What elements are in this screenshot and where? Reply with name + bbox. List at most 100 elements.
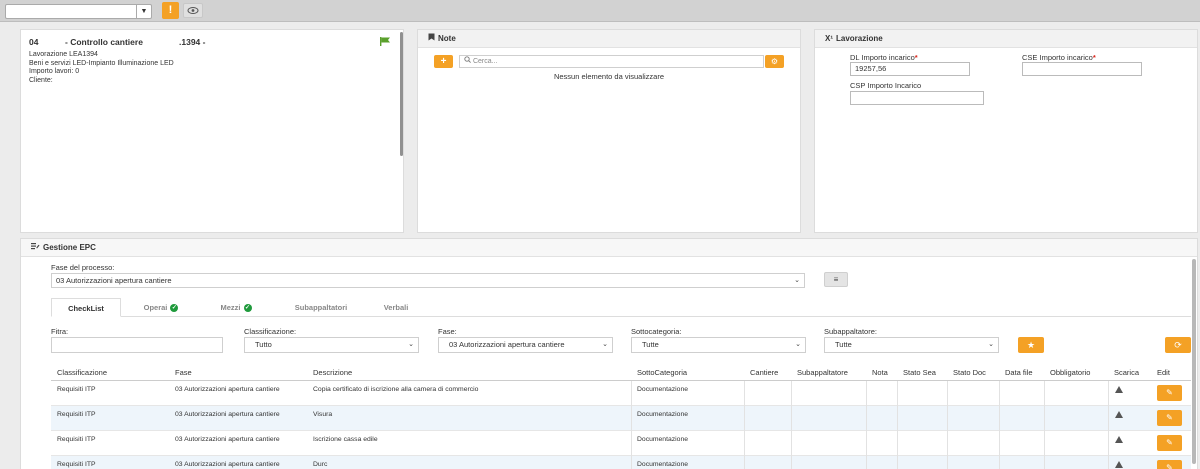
col-obbligatorio[interactable]: Obbligatorio xyxy=(1050,365,1090,381)
edit-button[interactable]: ✎ xyxy=(1157,435,1182,451)
eye-icon xyxy=(187,7,199,14)
note-header: Note xyxy=(418,30,800,48)
col-edit[interactable]: Edit xyxy=(1157,365,1170,381)
edit-button[interactable]: ✎ xyxy=(1157,410,1182,426)
epc-scrollbar[interactable] xyxy=(1192,259,1196,464)
filtra-input[interactable] xyxy=(51,337,223,353)
view-button[interactable] xyxy=(183,3,203,18)
fase-filter-label: Fase: xyxy=(438,327,457,336)
cse-label-text: CSE Importo incarico xyxy=(1022,53,1093,62)
col-descrizione[interactable]: Descrizione xyxy=(313,365,352,381)
cell-descrizione: Iscrizione cassa edile xyxy=(313,436,378,443)
checklist-table-header: Classificazione Fase Descrizione SottoCa… xyxy=(51,365,1191,381)
cell-fase: 03 Autorizzazioni apertura cantiere xyxy=(175,411,280,418)
edit-icon: ✎ xyxy=(1166,388,1173,397)
add-note-button[interactable]: + xyxy=(434,55,453,68)
refresh-icon: ⟳ xyxy=(1174,340,1182,350)
fase-filter-select[interactable]: 03 Autorizzazioni apertura cantiere ⌄ xyxy=(438,337,613,353)
tab-checklist[interactable]: CheckList xyxy=(51,298,121,317)
cell-divider xyxy=(866,406,867,431)
table-row[interactable]: Requisiti ITP 03 Autorizzazioni apertura… xyxy=(51,431,1191,456)
col-sottocategoria[interactable]: SottoCategoria xyxy=(637,365,687,381)
dl-importo-input[interactable]: 19257,56 xyxy=(850,62,970,76)
tab-subappaltatori[interactable]: Subappaltatori xyxy=(281,298,361,317)
cell-divider xyxy=(947,381,948,406)
table-row[interactable]: Requisiti ITP 03 Autorizzazioni apertura… xyxy=(51,381,1191,406)
alert-button[interactable]: ! xyxy=(162,2,179,19)
note-panel: Note + Cerca... ⚙ Nessun elemento da vis… xyxy=(417,29,801,233)
context-select[interactable]: ▼ xyxy=(5,4,152,19)
favorite-button[interactable]: ★ xyxy=(1018,337,1044,353)
chevron-down-icon: ⌄ xyxy=(602,341,608,348)
table-row[interactable]: Requisiti ITP 03 Autorizzazioni apertura… xyxy=(51,456,1191,469)
project-number: .1394 - xyxy=(179,37,206,47)
col-data-file[interactable]: Data file xyxy=(1005,365,1033,381)
flag-icon[interactable] xyxy=(380,37,391,46)
col-cantiere[interactable]: Cantiere xyxy=(750,365,778,381)
csp-importo-input[interactable] xyxy=(850,91,984,105)
cell-divider xyxy=(1108,431,1109,456)
col-classificazione[interactable]: Classificazione xyxy=(57,365,107,381)
warning-icon[interactable] xyxy=(1115,436,1123,443)
edit-icon: ✎ xyxy=(1166,463,1173,469)
chevron-down-icon: ⌄ xyxy=(988,341,994,348)
cell-divider xyxy=(744,381,745,406)
sottocategoria-select[interactable]: Tutte ⌄ xyxy=(631,337,806,353)
col-fase[interactable]: Fase xyxy=(175,365,192,381)
edit-icon: ✎ xyxy=(1166,413,1173,422)
cell-divider xyxy=(1044,406,1045,431)
warning-icon[interactable] xyxy=(1115,411,1123,418)
tab-verbali[interactable]: Verbali xyxy=(371,298,421,317)
refresh-button[interactable]: ⟳ xyxy=(1165,337,1191,353)
epc-header: Gestione EPC xyxy=(21,239,1197,257)
epc-title: Gestione EPC xyxy=(43,243,96,252)
tab-operai[interactable]: Operai ✓ xyxy=(131,298,191,317)
tab-label: Verbali xyxy=(383,303,409,312)
fase-processo-value: 03 Autorizzazioni apertura cantiere xyxy=(56,276,172,285)
col-subappaltatore[interactable]: Subappaltatore xyxy=(797,365,848,381)
cse-label: CSE Importo incarico* xyxy=(1022,53,1096,62)
cell-divider xyxy=(791,456,792,469)
project-details: Lavorazione LEA1394 Beni e servizi LED-I… xyxy=(29,51,174,85)
tab-label: Subappaltatori xyxy=(294,303,348,312)
fase-processo-select[interactable]: 03 Autorizzazioni apertura cantiere ⌄ xyxy=(51,273,805,288)
cell-divider xyxy=(631,456,632,469)
empty-message: Nessun elemento da visualizzare xyxy=(553,72,665,81)
chevron-down-icon: ⌄ xyxy=(794,277,800,284)
cell-divider xyxy=(1044,431,1045,456)
warning-icon[interactable] xyxy=(1115,386,1123,393)
col-nota[interactable]: Nota xyxy=(872,365,888,381)
menu-button[interactable]: ≡ xyxy=(824,272,848,287)
cell-fase: 03 Autorizzazioni apertura cantiere xyxy=(175,436,280,443)
cell-divider xyxy=(1108,406,1109,431)
warning-icon[interactable] xyxy=(1115,461,1123,468)
col-stato-sea[interactable]: Stato Sea xyxy=(903,365,936,381)
edit-button[interactable]: ✎ xyxy=(1157,460,1182,469)
tab-mezzi[interactable]: Mezzi ✓ xyxy=(211,298,261,317)
cell-sottocategoria: Documentazione xyxy=(637,436,689,443)
cell-divider xyxy=(999,456,1000,469)
col-stato-doc[interactable]: Stato Doc xyxy=(953,365,986,381)
table-row[interactable]: Requisiti ITP 03 Autorizzazioni apertura… xyxy=(51,406,1191,431)
classificazione-label: Classificazione: xyxy=(244,327,297,336)
cell-divider xyxy=(791,381,792,406)
filtra-label: Fitra: xyxy=(51,327,69,336)
col-scarica[interactable]: Scarica xyxy=(1114,365,1139,381)
cell-divider xyxy=(744,431,745,456)
panel-scrollbar[interactable] xyxy=(400,32,403,156)
cell-divider xyxy=(897,456,898,469)
cse-importo-input[interactable] xyxy=(1022,62,1142,76)
cell-descrizione: Copia certificato di iscrizione alla cam… xyxy=(313,386,479,393)
cell-divider xyxy=(947,406,948,431)
edit-icon: ✎ xyxy=(1166,438,1173,447)
lavorazione-title: Lavorazione xyxy=(836,34,883,43)
subappaltatore-select[interactable]: Tutte ⌄ xyxy=(824,337,999,353)
lavorazione-header: X¹ Lavorazione xyxy=(815,30,1197,48)
classificazione-select[interactable]: Tutto ⌄ xyxy=(244,337,419,353)
note-search-input[interactable]: Cerca... xyxy=(459,55,764,68)
chevron-down-icon[interactable]: ▼ xyxy=(136,5,151,18)
note-settings-button[interactable]: ⚙ xyxy=(765,55,784,68)
cell-classificazione: Requisiti ITP xyxy=(57,411,96,418)
edit-button[interactable]: ✎ xyxy=(1157,385,1182,401)
required-mark: * xyxy=(914,53,918,62)
